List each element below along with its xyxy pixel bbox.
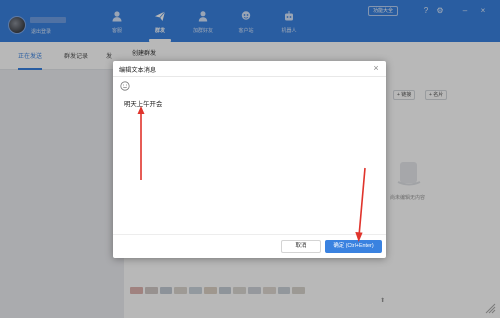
edit-text-message-dialog: 编辑文本消息 × 明天上午开会 取消 确定 (Ctrl+Enter) (113, 61, 386, 258)
close-icon[interactable]: × (371, 62, 381, 74)
confirm-button[interactable]: 确定 (Ctrl+Enter) (325, 240, 382, 253)
message-text-input[interactable]: 明天上午开会 (124, 99, 162, 108)
cancel-button[interactable]: 取消 (281, 240, 321, 253)
dialog-footer-divider (113, 234, 386, 235)
dialog-title: 编辑文本消息 (119, 67, 157, 74)
emoji-icon[interactable] (120, 81, 130, 91)
dialog-divider (113, 76, 386, 77)
